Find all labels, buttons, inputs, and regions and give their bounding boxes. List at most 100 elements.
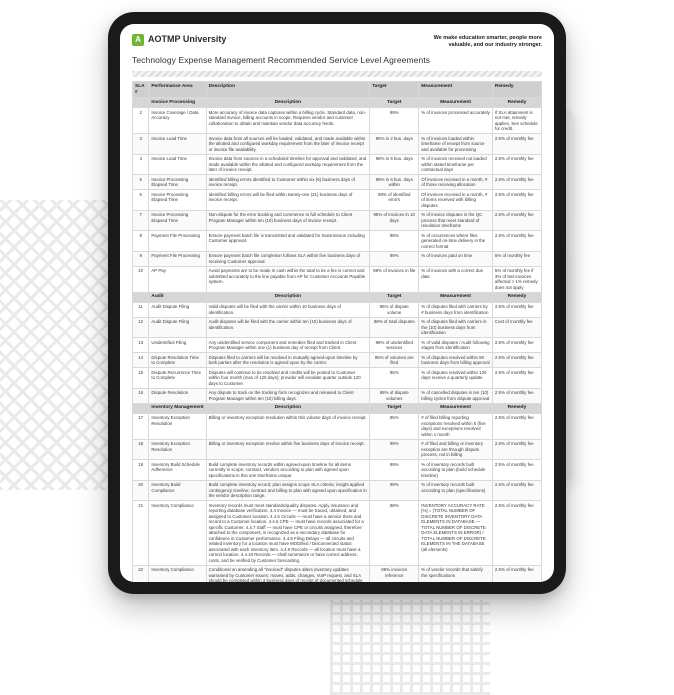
cell-name: Dispute Recurrence Time to Complete — [149, 368, 206, 389]
cell-name: Invoice Coverage / Data Accuracy — [149, 108, 206, 134]
cell-target: 98% of identified errors — [370, 190, 419, 211]
cell-measurement: Of invoices received in a month, # of it… — [419, 190, 493, 211]
cell-name: Audit Dispute Filing — [149, 302, 206, 317]
cell-desc: Invoice data from all sources will be lo… — [206, 134, 370, 155]
section-sub-desc: Description — [206, 292, 370, 302]
cell-target: 95% — [370, 368, 419, 389]
cell-id: 7 — [133, 210, 149, 231]
section-spacer — [133, 292, 149, 302]
section-sub-desc: Description — [206, 98, 370, 108]
cell-remedy: 2.5% of monthly fee — [492, 439, 541, 460]
cell-target: 99% — [370, 108, 419, 134]
cell-desc: Billing or inventory exception resolutio… — [206, 413, 370, 439]
section-sub-measurement: Measurement — [419, 98, 493, 108]
table-row: 22Inventory ComplianceConditional on ame… — [133, 565, 542, 582]
cell-name: Invoice Load Time — [149, 154, 206, 175]
section-spacer — [133, 98, 149, 108]
cell-target: 95% — [370, 413, 419, 439]
cell-measurement: % of invoices loaded within timeframe of… — [419, 134, 493, 155]
table-row: 12Audit Dispute FilingAudit disputes wil… — [133, 317, 542, 338]
section-sub-remedy: Remedy — [492, 98, 541, 108]
cell-name: Inventory Build Schedule Adherence — [149, 460, 206, 481]
cell-id: 12 — [133, 317, 149, 338]
cell-id: 13 — [133, 338, 149, 353]
cell-id: 20 — [133, 480, 149, 501]
table-row: 15Dispute Recurrence Time to CompleteDis… — [133, 368, 542, 389]
table-row: 19Inventory Build Schedule AdherenceBuil… — [133, 460, 542, 481]
table-row: 18Inventory Exception ResolutionBilling … — [133, 439, 542, 460]
cell-desc: Avoid payments are to be made in cash wi… — [206, 266, 370, 292]
cell-remedy: If SLA attainment is not met, remedy app… — [492, 108, 541, 134]
section-title: Audit — [149, 292, 206, 302]
cell-remedy: 2.5% of monthly fee — [492, 175, 541, 190]
cell-measurement: % of disputes filed with carriers in the… — [419, 317, 493, 338]
cell-desc: Disputes filed to carriers will be resol… — [206, 353, 370, 368]
cell-remedy: 2.5% of monthly fee — [492, 501, 541, 566]
cell-target: 98% in 5 bus. days — [370, 154, 419, 175]
cell-measurement: % of invoices paid on time — [419, 251, 493, 266]
cell-target: 99% — [370, 460, 419, 481]
table-row: 8Payment File ProcessingEnsure payment b… — [133, 231, 542, 252]
cell-desc: Identified billing errors identified to … — [206, 175, 370, 190]
sla-table-body: Invoice ProcessingDescriptionTargetMeasu… — [133, 98, 542, 582]
cell-measurement: % of inventory records built according t… — [419, 460, 493, 481]
cell-id: 19 — [133, 460, 149, 481]
cell-measurement: # of filed and billing or inventory exce… — [419, 439, 493, 460]
section-sub-remedy: Remedy — [492, 292, 541, 302]
tablet-frame: A AOTMP University We make education sma… — [108, 12, 566, 594]
table-row: 5Invoice Processing Elapsed TimeIdentifi… — [133, 175, 542, 190]
decorative-pattern-bottom — [330, 600, 490, 695]
cell-desc: Any dispute to track on the tracking for… — [206, 388, 370, 403]
cell-id: 2 — [133, 108, 149, 134]
cell-target: 99% — [370, 251, 419, 266]
cell-id: 18 — [133, 439, 149, 460]
cell-remedy: 2.5% of monthly fee — [492, 231, 541, 252]
section-sub-target: Target — [370, 98, 419, 108]
cell-id: 6 — [133, 190, 149, 211]
cell-remedy: 5% of monthly fee if 3% of Net invoices … — [492, 266, 541, 292]
cell-desc: Build complete inventory record; plan as… — [206, 480, 370, 501]
brand-name: AOTMP University — [148, 34, 226, 45]
cell-measurement: % of invoices processed accurately — [419, 108, 493, 134]
cell-desc: Build complete inventory records within … — [206, 460, 370, 481]
cell-target: 95% of volumes are filed — [370, 353, 419, 368]
cell-measurement: Of invoices received in a month, # of th… — [419, 175, 493, 190]
section-spacer — [133, 403, 149, 413]
brand: A AOTMP University — [132, 34, 226, 46]
tablet-screen: A AOTMP University We make education sma… — [120, 24, 554, 582]
section-header-row: AuditDescriptionTargetMeasurementRemedy — [133, 292, 542, 302]
cell-remedy: Cost of monthly fee — [492, 317, 541, 338]
cell-measurement: % of vendor records that satisfy the spe… — [419, 565, 493, 582]
cell-remedy: 2.5% of monthly fee — [492, 565, 541, 582]
cell-name: Invoice Processing Elapsed Time — [149, 210, 206, 231]
cell-name: Inventory Compliance — [149, 501, 206, 566]
cell-id: 15 — [133, 368, 149, 389]
cell-remedy: 2.5% of monthly fee — [492, 190, 541, 211]
cell-desc: Ensure payment batch file completion fol… — [206, 251, 370, 266]
cell-measurement: % of disputes resolved within 120 days r… — [419, 368, 493, 389]
cell-desc: Inventory records must meet standards/qu… — [206, 501, 370, 566]
brand-tagline: We make education smarter, people more v… — [434, 35, 542, 49]
table-row: 21Inventory ComplianceInventory records … — [133, 501, 542, 566]
cell-desc: Valid disputes will be filed with the ca… — [206, 302, 370, 317]
cell-name: Invoice Load Time — [149, 134, 206, 155]
cell-id: 8 — [133, 231, 149, 252]
col-rem: Remedy — [492, 82, 541, 98]
table-row: 13Unidentified FilingAny unidentified se… — [133, 338, 542, 353]
col-name: Performance Area — [149, 82, 206, 98]
cell-desc: Billing or inventory exception resolve w… — [206, 439, 370, 460]
cell-remedy: 2.5% of monthly fee — [492, 353, 541, 368]
table-row: 14Dispute Resolution Time to CompleteDis… — [133, 353, 542, 368]
cell-remedy: 2.5% of monthly fee — [492, 460, 541, 481]
cell-desc: Disputes will continue to be resolved an… — [206, 368, 370, 389]
cell-target: 95% of invoices in 10 days — [370, 210, 419, 231]
cell-remedy: 2.5% of monthly fee — [492, 480, 541, 501]
document-page: A AOTMP University We make education sma… — [120, 24, 554, 582]
cell-name: Invoice Processing Elapsed Time — [149, 175, 206, 190]
cell-target: 95% in 2 bus. days — [370, 134, 419, 155]
table-row: 17Inventory Exception ResolutionBilling … — [133, 413, 542, 439]
cell-measurement: % of cancelled disputes in ten (10) bill… — [419, 388, 493, 403]
cell-name: AP Pay — [149, 266, 206, 292]
cell-desc: Conditional on amending all "invoiced" d… — [206, 565, 370, 582]
cell-id: 9 — [133, 251, 149, 266]
